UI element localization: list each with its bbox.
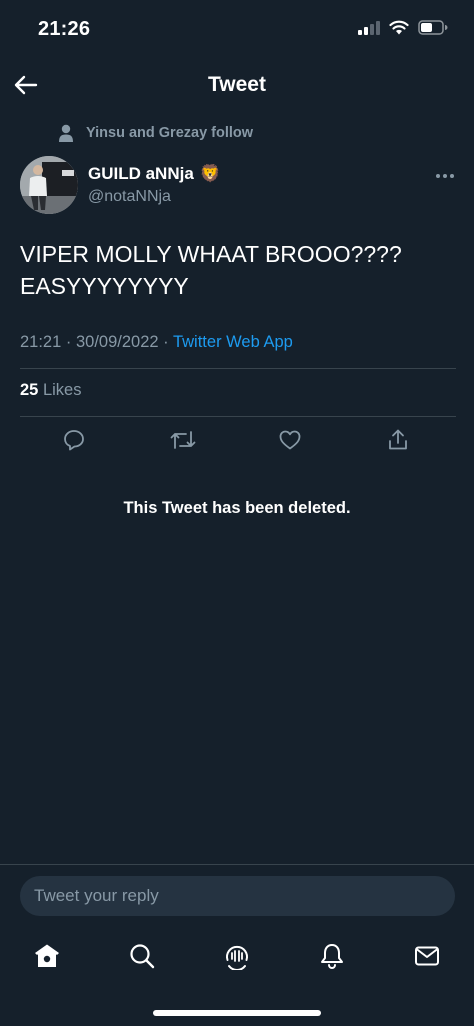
status-time: 21:26 bbox=[38, 18, 91, 40]
search-icon[interactable] bbox=[126, 940, 158, 972]
status-bar: 21:26 bbox=[0, 0, 474, 60]
signal-icon bbox=[358, 20, 380, 35]
header: Tweet bbox=[0, 60, 474, 110]
spaces-icon[interactable] bbox=[221, 940, 253, 972]
tweet-text: VIPER MOLLY WHAAT BROOO???? EASYYYYYYYY bbox=[20, 241, 402, 299]
divider bbox=[20, 416, 456, 417]
bottom-tab-bar bbox=[0, 934, 474, 978]
tweet-date: 30/09/2022 bbox=[75, 333, 159, 351]
lion-emoji: 🦁 bbox=[199, 164, 221, 183]
page-title: Tweet bbox=[208, 73, 266, 96]
battery-icon bbox=[418, 20, 448, 35]
likes-number: 25 bbox=[20, 381, 39, 399]
tweet-actions bbox=[0, 424, 474, 456]
author-name-text: GUILD aNNja bbox=[88, 164, 194, 183]
tweet-time: 21:21 bbox=[20, 333, 62, 351]
reply-input[interactable] bbox=[20, 876, 455, 916]
social-context-text: Yinsu and Grezay follow bbox=[86, 125, 254, 141]
share-icon[interactable] bbox=[382, 424, 414, 456]
deleted-tweet-notice: This Tweet has been deleted. bbox=[123, 499, 351, 517]
person-icon bbox=[59, 124, 73, 142]
home-icon[interactable] bbox=[31, 940, 63, 972]
avatar[interactable] bbox=[20, 156, 78, 214]
more-horizontal-icon[interactable] bbox=[430, 166, 460, 186]
author-name[interactable]: GUILD aNNja 🦁 bbox=[88, 164, 221, 184]
social-context[interactable]: Yinsu and Grezay follow bbox=[58, 124, 253, 142]
home-indicator[interactable] bbox=[153, 1010, 321, 1016]
likes-count[interactable]: 25 Likes bbox=[20, 381, 81, 400]
reply-icon[interactable] bbox=[58, 424, 90, 456]
like-icon[interactable] bbox=[274, 424, 306, 456]
likes-label: Likes bbox=[42, 381, 82, 399]
meta-separator: · bbox=[65, 333, 72, 351]
tweet-source-link[interactable]: Twitter Web App bbox=[173, 333, 293, 351]
author-handle[interactable]: @notaNNja bbox=[88, 188, 171, 206]
status-icons bbox=[358, 20, 448, 35]
divider bbox=[20, 368, 456, 369]
divider bbox=[0, 864, 474, 865]
wifi-icon bbox=[389, 20, 409, 35]
meta-separator: · bbox=[163, 333, 169, 351]
retweet-icon[interactable] bbox=[167, 424, 199, 456]
tweet-detail-screen: 21:26 Tweet Yinsu and Grezay follow GUIL… bbox=[0, 0, 474, 1026]
notifications-icon[interactable] bbox=[316, 940, 348, 972]
tweet-meta: 21:21 · 30/09/2022 · Twitter Web App bbox=[20, 333, 293, 352]
messages-icon[interactable] bbox=[411, 940, 443, 972]
avatar-photo bbox=[20, 156, 78, 214]
tweet-author: GUILD aNNja 🦁 @notaNNja bbox=[20, 156, 460, 216]
